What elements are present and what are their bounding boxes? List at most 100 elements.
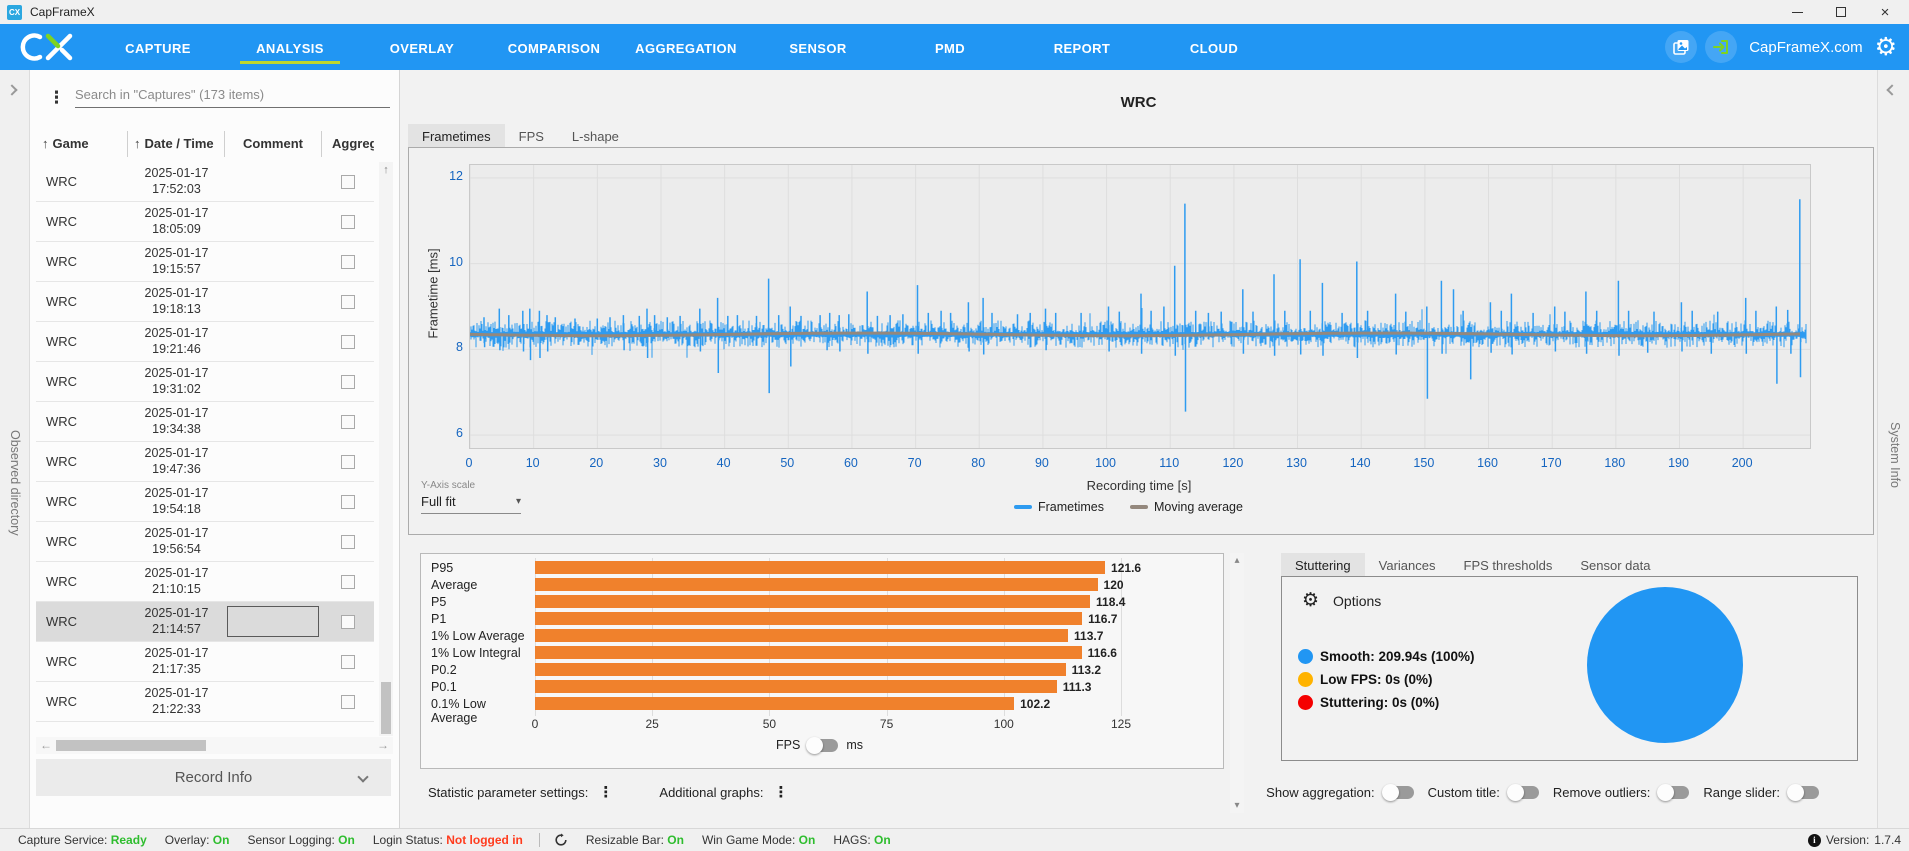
capframex-logo-icon	[20, 33, 73, 61]
maximize-button[interactable]	[1821, 0, 1861, 24]
capture-list-horizontal-scrollbar[interactable]: ← →	[36, 737, 393, 754]
capture-row[interactable]: WRC 2025-01-17 21:17:35	[36, 642, 374, 682]
capture-row[interactable]: WRC 2025-01-17 19:18:13	[36, 282, 374, 322]
nav-tab-sensor[interactable]: SENSOR	[752, 28, 884, 66]
cell-game: WRC	[46, 334, 78, 349]
aggregation-checkbox[interactable]	[341, 334, 355, 349]
toggle-switch[interactable]	[1787, 783, 1819, 801]
low-fps-color-dot	[1298, 672, 1313, 687]
aggregation-checkbox[interactable]	[341, 694, 355, 709]
y-axis-scale-dropdown[interactable]: Full fit ▾	[421, 494, 521, 514]
statistic-settings-menu-icon[interactable]: ⋮	[598, 783, 613, 801]
nav-tab-analysis[interactable]: ANALYSIS	[224, 28, 356, 66]
bar	[535, 697, 1014, 710]
nav-tab-report[interactable]: REPORT	[1016, 28, 1148, 66]
cell-comment	[225, 442, 322, 481]
capture-row[interactable]: WRC 2025-01-17 19:21:46	[36, 322, 374, 362]
capframex-site-link[interactable]: CapFrameX.com	[1749, 39, 1862, 56]
refresh-icon[interactable]	[554, 833, 568, 847]
toggle-custom-title: Custom title:	[1428, 783, 1539, 801]
toggle-switch[interactable]	[1506, 783, 1539, 801]
capture-row[interactable]: WRC 2025-01-17 18:05:09	[36, 202, 374, 242]
aggregation-checkbox[interactable]	[341, 614, 355, 629]
x-axis-label: Recording time [s]	[1086, 478, 1192, 493]
aggregation-checkbox[interactable]	[341, 574, 355, 589]
minimize-button[interactable]	[1777, 0, 1817, 24]
aggregation-checkbox[interactable]	[341, 214, 355, 229]
scroll-up-icon[interactable]: ▴	[1230, 555, 1244, 566]
capture-row[interactable]: WRC 2025-01-17 19:34:38	[36, 402, 374, 442]
switch-knob	[1657, 783, 1675, 801]
cell-datetime: 2025-01-17 18:05:09	[144, 205, 209, 236]
toggle-switch[interactable]	[1381, 783, 1414, 801]
record-info-expander[interactable]: Record Info	[36, 759, 391, 796]
capture-row[interactable]: WRC 2025-01-17 19:47:36	[36, 442, 374, 482]
cell-comment	[225, 482, 322, 521]
aggregation-checkbox[interactable]	[341, 414, 355, 429]
cell-aggreg	[322, 374, 374, 389]
nav-tab-pmd[interactable]: PMD	[884, 28, 1016, 66]
aggregation-checkbox[interactable]	[341, 294, 355, 309]
column-header-comment[interactable]: Comment	[225, 130, 322, 157]
capture-row[interactable]: WRC 2025-01-17 19:54:18	[36, 482, 374, 522]
column-header-datetime[interactable]: ↑ Date / Time	[128, 130, 225, 157]
aggregation-checkbox[interactable]	[341, 654, 355, 669]
additional-graphs-menu-icon[interactable]: ⋮	[773, 783, 788, 801]
search-input[interactable]	[75, 82, 390, 108]
nav-tab-overlay[interactable]: OVERLAY	[356, 28, 488, 66]
legend-frametimes: Frametimes	[1014, 500, 1104, 514]
aggregation-checkbox[interactable]	[341, 174, 355, 189]
cell-game: WRC	[46, 654, 78, 669]
vertical-scrollbar-thumb[interactable]	[381, 682, 391, 734]
capture-row[interactable]: WRC 2025-01-17 19:31:02	[36, 362, 374, 402]
nav-tab-capture[interactable]: CAPTURE	[92, 28, 224, 66]
capture-row[interactable]: WRC 2025-01-17 21:22:33	[36, 682, 374, 722]
settings-gear-icon[interactable]: ⚙	[1875, 34, 1897, 60]
cell-game: WRC	[46, 494, 78, 509]
login-button[interactable]	[1705, 31, 1738, 63]
bar	[535, 595, 1090, 608]
capture-table-rows: WRC 2025-01-17 17:52:03 WRC 2025-01-17 18:05:…	[36, 162, 374, 828]
stutter-options[interactable]: ⚙ Options	[1302, 589, 1381, 612]
cell-datetime: 2025-01-17 19:56:54	[144, 525, 209, 556]
frametime-plot[interactable]	[469, 164, 1811, 449]
scroll-left-icon[interactable]: ←	[40, 738, 52, 752]
bar-category-label: 1% Low Integral	[431, 646, 521, 660]
statusbar-divider	[538, 833, 540, 847]
comment-input-box[interactable]	[227, 606, 319, 637]
capture-list-vertical-scrollbar[interactable]: ↑	[379, 162, 393, 736]
capture-row[interactable]: WRC 2025-01-17 17:52:03	[36, 162, 374, 202]
capture-row[interactable]: WRC 2025-01-17 21:10:15	[36, 562, 374, 602]
expand-system-info-chevron-icon[interactable]	[1886, 84, 1898, 96]
column-header-aggreg[interactable]: Aggreg	[322, 131, 374, 157]
screenshot-button[interactable]	[1665, 31, 1698, 63]
aggregation-checkbox[interactable]	[341, 254, 355, 269]
capture-list-menu-icon[interactable]: ⋮	[48, 88, 65, 108]
unit-toggle-switch[interactable]	[806, 736, 839, 754]
aggregation-checkbox[interactable]	[341, 494, 355, 509]
aggregation-checkbox[interactable]	[341, 534, 355, 549]
horizontal-scrollbar-thumb[interactable]	[56, 740, 206, 751]
unit-ms-label: ms	[846, 738, 863, 752]
cell-aggreg	[322, 574, 374, 589]
scroll-up-icon[interactable]: ↑	[379, 164, 393, 176]
scroll-right-icon[interactable]: →	[377, 738, 389, 752]
bar-panel-scrollbar[interactable]: ▴ ▾	[1230, 553, 1244, 813]
stutter-legend-text: Smooth: 209.94s (100%)	[1320, 649, 1475, 664]
close-button[interactable]: ×	[1865, 0, 1905, 24]
cell-aggreg	[322, 174, 374, 189]
toggle-switch[interactable]	[1657, 783, 1690, 801]
nav-tab-aggregation[interactable]: AGGREGATION	[620, 28, 752, 66]
toggle-show-aggregation: Show aggregation:	[1266, 783, 1414, 801]
aggregation-checkbox[interactable]	[341, 454, 355, 469]
expand-directory-chevron-icon[interactable]	[6, 84, 18, 96]
aggregation-checkbox[interactable]	[341, 374, 355, 389]
nav-tab-comparison[interactable]: COMPARISON	[488, 28, 620, 66]
nav-tab-cloud[interactable]: CLOUD	[1148, 28, 1280, 66]
capture-row[interactable]: WRC 2025-01-17 19:56:54	[36, 522, 374, 562]
column-header-game[interactable]: ↑ Game	[36, 130, 128, 157]
capture-row[interactable]: WRC 2025-01-17 21:14:57	[36, 602, 374, 642]
bar	[535, 612, 1082, 625]
toggle-label: Remove outliers:	[1552, 784, 1651, 800]
capture-row[interactable]: WRC 2025-01-17 19:15:57	[36, 242, 374, 282]
